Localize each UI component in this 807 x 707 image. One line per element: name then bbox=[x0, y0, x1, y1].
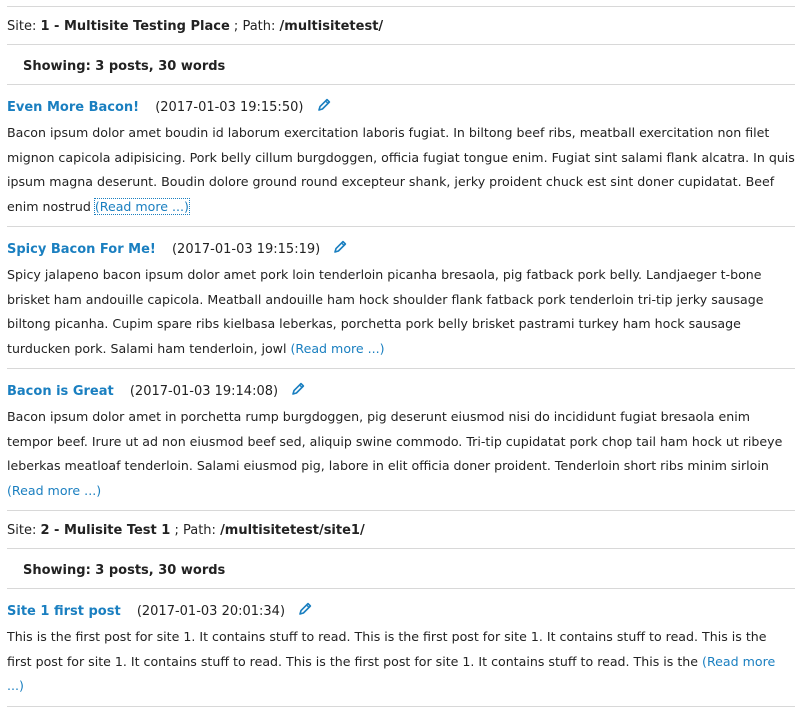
site-id: 1 bbox=[40, 19, 50, 34]
post-date: (2017-01-03 20:01:34) bbox=[136, 604, 286, 619]
site-name-separator: - bbox=[49, 523, 64, 538]
read-more-link[interactable]: (Read more ...) bbox=[7, 483, 101, 498]
post-title-link[interactable]: Even More Bacon! bbox=[7, 100, 139, 115]
post-item: Even More Bacon! (2017-01-03 19:15:50) B… bbox=[7, 85, 795, 227]
path-label: ; Path: bbox=[229, 19, 276, 34]
post-item: Bacon is Great (2017-01-03 19:14:08) Bac… bbox=[7, 369, 795, 511]
read-more-link[interactable]: (Read more ...) bbox=[290, 341, 384, 356]
pencil-icon[interactable] bbox=[291, 382, 305, 396]
showing-summary: Showing: 3 posts, 30 words bbox=[7, 549, 795, 589]
multisite-posts-list: Site: 1 - Multisite Testing Place ; Path… bbox=[7, 0, 795, 707]
path-label: ; Path: bbox=[170, 523, 216, 538]
post-header: Even More Bacon! (2017-01-03 19:15:50) bbox=[7, 98, 795, 118]
post-title-link[interactable]: Spicy Bacon For Me! bbox=[7, 242, 156, 257]
site-path: /multisitetest/ bbox=[279, 19, 384, 34]
site-label: Site: bbox=[7, 19, 37, 34]
read-more-link[interactable]: (Read more ...) bbox=[93, 197, 190, 215]
site-name: Mulisite Test 1 bbox=[63, 523, 171, 538]
site-id: 2 bbox=[40, 523, 50, 538]
post-header: Site 1 first post (2017-01-03 20:01:34) bbox=[7, 602, 795, 622]
post-excerpt: Bacon ipsum dolor amet boudin id laborum… bbox=[7, 121, 795, 219]
pencil-icon[interactable] bbox=[298, 602, 312, 616]
post-excerpt-text: Spicy jalapeno bacon ipsum dolor amet po… bbox=[7, 267, 764, 356]
post-title-link[interactable]: Site 1 first post bbox=[7, 604, 121, 619]
site-header: Site: 2 - Mulisite Test 1 ; Path: /multi… bbox=[7, 511, 795, 549]
post-excerpt: This is the first post for site 1. It co… bbox=[7, 625, 795, 699]
post-date: (2017-01-03 19:14:08) bbox=[129, 384, 279, 399]
post-excerpt: Bacon ipsum dolor amet in porchetta rump… bbox=[7, 405, 795, 503]
site-label: Site: bbox=[7, 523, 37, 538]
post-title-link[interactable]: Bacon is Great bbox=[7, 384, 114, 399]
site-name-separator: - bbox=[49, 19, 64, 34]
post-excerpt-text: Bacon ipsum dolor amet in porchetta rump… bbox=[7, 409, 783, 473]
post-date: (2017-01-03 19:15:50) bbox=[155, 100, 304, 115]
post-header: Spicy Bacon For Me! (2017-01-03 19:15:19… bbox=[7, 240, 795, 260]
post-excerpt: Spicy jalapeno bacon ipsum dolor amet po… bbox=[7, 263, 795, 361]
post-item: Spicy Bacon For Me! (2017-01-03 19:15:19… bbox=[7, 227, 795, 369]
site-path: /multisitetest/site1/ bbox=[220, 523, 365, 538]
post-date: (2017-01-03 19:15:19) bbox=[171, 242, 321, 257]
pencil-icon[interactable] bbox=[317, 98, 331, 112]
post-excerpt-text: This is the first post for site 1. It co… bbox=[7, 629, 767, 669]
post-item: Site 1 first post (2017-01-03 20:01:34) … bbox=[7, 589, 795, 707]
site-name: Multisite Testing Place bbox=[63, 19, 230, 34]
pencil-icon[interactable] bbox=[333, 240, 347, 254]
post-header: Bacon is Great (2017-01-03 19:14:08) bbox=[7, 382, 795, 402]
showing-summary: Showing: 3 posts, 30 words bbox=[7, 45, 795, 85]
site-header: Site: 1 - Multisite Testing Place ; Path… bbox=[7, 6, 795, 45]
